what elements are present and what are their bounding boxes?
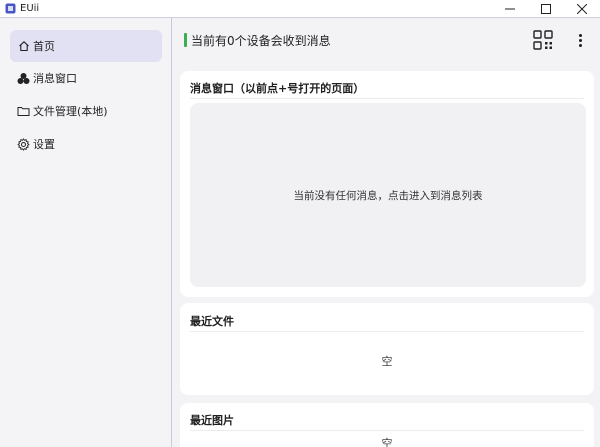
status-indicator bbox=[184, 33, 187, 47]
device-status-text: 当前有0个设备会收到消息 bbox=[191, 34, 331, 48]
divider bbox=[190, 331, 584, 332]
sidebar-item-settings[interactable]: 设置 bbox=[10, 128, 162, 160]
sidebar-item-messages[interactable]: 消息窗口 bbox=[10, 62, 162, 94]
recent-files-card: 最近文件 空 bbox=[180, 303, 594, 395]
window-controls bbox=[492, 0, 600, 18]
sidebar-item-file-manager[interactable]: 文件管理(本地) bbox=[10, 95, 162, 127]
gear-icon bbox=[17, 137, 30, 151]
folder-icon bbox=[17, 105, 30, 118]
qr-code-icon bbox=[533, 30, 553, 50]
close-button[interactable] bbox=[564, 0, 600, 18]
title-bar: EUii bbox=[0, 0, 600, 18]
recent-files-title: 最近文件 bbox=[190, 315, 234, 328]
message-list-link[interactable]: 当前没有任何消息，点击进入到消息列表 bbox=[190, 103, 586, 287]
cluster-icon bbox=[17, 72, 30, 85]
more-options-button[interactable] bbox=[574, 30, 586, 50]
recent-images-title: 最近图片 bbox=[190, 414, 234, 427]
window-title: EUii bbox=[20, 3, 40, 14]
sidebar-item-home[interactable]: 首页 bbox=[10, 30, 162, 62]
messages-empty-text: 当前没有任何消息，点击进入到消息列表 bbox=[293, 189, 483, 202]
maximize-button[interactable] bbox=[528, 0, 564, 18]
qr-code-button[interactable] bbox=[533, 30, 553, 50]
maximize-icon bbox=[541, 4, 551, 14]
sidebar: 首页 消息窗口 文件管理(本地) 设置 bbox=[0, 18, 172, 447]
minimize-button[interactable] bbox=[492, 0, 528, 18]
messages-card: 消息窗口（以前点+号打开的页面） 当前没有任何消息，点击进入到消息列表 bbox=[180, 71, 594, 297]
recent-files-empty-text: 空 bbox=[381, 355, 393, 368]
recent-images-empty-text: 空 bbox=[381, 437, 393, 447]
more-icon bbox=[578, 33, 582, 37]
minimize-icon bbox=[505, 8, 515, 10]
close-icon bbox=[577, 4, 587, 14]
messages-card-title: 消息窗口（以前点+号打开的页面） bbox=[190, 82, 365, 95]
sidebar-item-label: 文件管理(本地) bbox=[33, 105, 108, 118]
sidebar-item-label: 首页 bbox=[33, 40, 55, 53]
divider bbox=[190, 430, 584, 431]
app-logo-icon bbox=[4, 3, 16, 15]
header: 当前有0个设备会收到消息 bbox=[173, 18, 600, 62]
home-icon bbox=[17, 40, 30, 53]
sidebar-item-label: 设置 bbox=[33, 138, 55, 151]
divider bbox=[190, 98, 584, 99]
sidebar-item-label: 消息窗口 bbox=[33, 72, 77, 85]
recent-images-card: 最近图片 空 bbox=[180, 403, 594, 447]
main-content: 当前有0个设备会收到消息 消息窗口（以前点+号打开的页面） 当前没有任何消息，点… bbox=[173, 18, 600, 447]
